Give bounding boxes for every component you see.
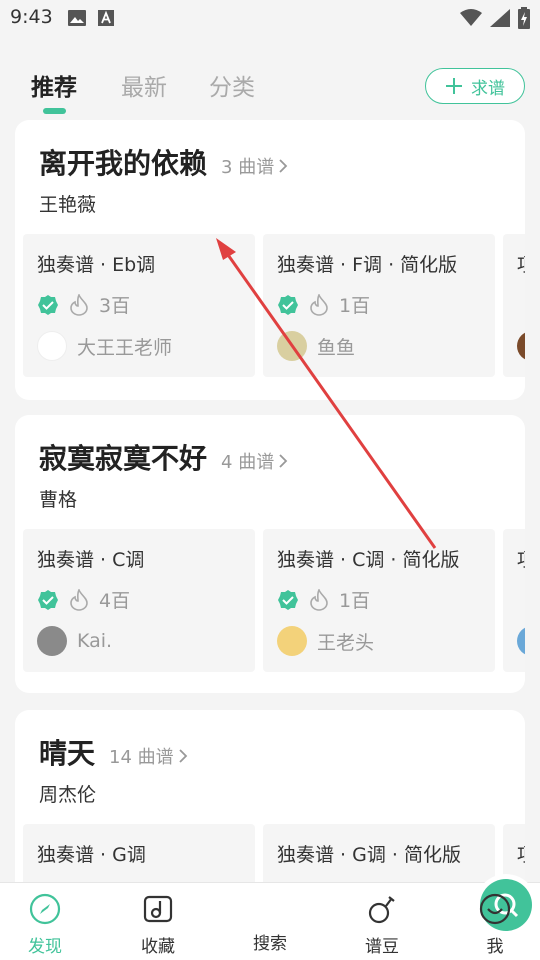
score-name: 项 <box>517 545 525 572</box>
score-count-link[interactable]: 4 曲谱 <box>221 448 288 474</box>
avatar <box>277 331 307 361</box>
flame-icon <box>310 293 328 316</box>
score-name: 独奏谱 · C调 · 简化版 <box>277 549 460 571</box>
request-score-label: 求谱 <box>471 78 505 99</box>
score-count-link[interactable]: 14 曲谱 <box>109 743 188 769</box>
score-heat: 3百 <box>99 295 131 317</box>
song-title: 晴天 <box>39 737 96 770</box>
wifi-icon <box>460 9 482 26</box>
score-name: 独奏谱 · G调 · 简化版 <box>277 844 461 866</box>
nav-favorites[interactable]: 收藏 <box>123 893 193 957</box>
score-name: 独奏谱 · C调 <box>37 549 145 571</box>
tab-recommend[interactable]: 推荐 <box>31 68 77 102</box>
avatar <box>517 626 525 656</box>
active-tab-indicator <box>43 108 66 114</box>
score-heat: 1百 <box>339 590 371 612</box>
nav-favorites-label: 收藏 <box>141 937 175 957</box>
a-icon <box>98 10 114 26</box>
score-card[interactable]: 项 <box>503 234 525 377</box>
bottom-nav: 发现 收藏 搜索 谱豆 我 <box>0 879 540 960</box>
nav-search[interactable]: 搜索 <box>235 879 532 954</box>
nav-me-label: 我 <box>486 937 504 957</box>
score-author-name: 鱼鱼 <box>317 336 356 359</box>
verified-check-icon <box>278 294 298 315</box>
score-count: 3 曲谱 <box>221 157 275 178</box>
score-name: 项 <box>517 250 525 277</box>
score-card[interactable]: 独奏谱 · F调 · 简化版 1百 鱼鱼 <box>263 234 495 377</box>
score-card[interactable]: 独奏谱 · Eb调 3百 大王王老师 <box>23 234 255 377</box>
score-author-name: Kai. <box>77 630 113 652</box>
score-heat: 1百 <box>339 295 371 317</box>
score-count: 14 曲谱 <box>109 747 174 768</box>
plus-icon <box>446 78 462 94</box>
tab-category[interactable]: 分类 <box>209 68 255 102</box>
song-title: 离开我的依赖 <box>39 147 208 180</box>
score-name: 项 <box>517 840 525 867</box>
music-note-icon <box>143 895 173 923</box>
avatar <box>37 331 67 361</box>
nav-bean-label: 谱豆 <box>365 937 399 957</box>
song-artist: 周杰伦 <box>39 784 97 806</box>
signal-icon <box>490 9 510 27</box>
nav-me[interactable]: 我 <box>460 893 530 957</box>
score-card[interactable]: 项 <box>503 529 525 672</box>
song-card[interactable]: 离开我的依赖 3 曲谱 王艳薇 独奏谱 · Eb调 3百 大王王老师 独奏谱 ·… <box>15 120 525 400</box>
score-name: 独奏谱 · F调 · 简化版 <box>277 254 458 276</box>
request-score-button[interactable]: 求谱 <box>425 68 525 104</box>
verified-check-icon <box>38 589 58 610</box>
score-count: 4 曲谱 <box>221 452 275 473</box>
avatar <box>37 626 67 656</box>
bean-icon <box>368 896 395 924</box>
song-artist: 曹格 <box>39 489 78 511</box>
chevron-right-icon <box>179 749 187 763</box>
flame-icon <box>70 588 88 611</box>
song-artist: 王艳薇 <box>39 194 97 216</box>
score-card[interactable]: 独奏谱 · C调 4百 Kai. <box>23 529 255 672</box>
avatar <box>277 626 307 656</box>
compass-icon <box>29 893 61 925</box>
chevron-right-icon <box>279 454 288 468</box>
score-author-name: 王老头 <box>317 631 375 654</box>
nav-search-label: 搜索 <box>253 934 287 954</box>
song-card[interactable]: 晴天 14 曲谱 周杰伦 独奏谱 · G调 独奏谱 · G调 · 简化版 项 <box>15 710 525 910</box>
score-name: 独奏谱 · Eb调 <box>37 254 156 276</box>
verified-check-icon <box>38 294 58 315</box>
score-author-name: 大王王老师 <box>77 336 173 359</box>
score-heat: 4百 <box>99 590 131 612</box>
nav-bean[interactable]: 谱豆 <box>347 893 417 957</box>
verified-check-icon <box>278 589 298 610</box>
score-card[interactable]: 独奏谱 · C调 · 简化版 1百 王老头 <box>263 529 495 672</box>
nav-discover[interactable]: 发现 <box>10 893 80 957</box>
image-icon <box>68 10 86 26</box>
status-time: 9:43 <box>10 6 53 28</box>
status-bar: 9:43 <box>0 0 540 36</box>
tab-latest[interactable]: 最新 <box>121 68 167 102</box>
score-name: 独奏谱 · G调 <box>37 844 146 866</box>
flame-icon <box>310 588 328 611</box>
flame-icon <box>70 293 88 316</box>
battery-icon <box>518 7 530 29</box>
nav-discover-label: 发现 <box>28 937 62 957</box>
top-tabs: 推荐 最新 分类 求谱 <box>0 62 540 118</box>
smiley-icon <box>479 893 511 925</box>
song-card[interactable]: 寂寞寂寞不好 4 曲谱 曹格 独奏谱 · C调 4百 Kai. 独奏谱 · C调… <box>15 415 525 693</box>
song-title: 寂寞寂寞不好 <box>39 442 208 475</box>
chevron-right-icon <box>279 159 288 173</box>
score-count-link[interactable]: 3 曲谱 <box>221 153 288 179</box>
avatar <box>517 331 525 361</box>
